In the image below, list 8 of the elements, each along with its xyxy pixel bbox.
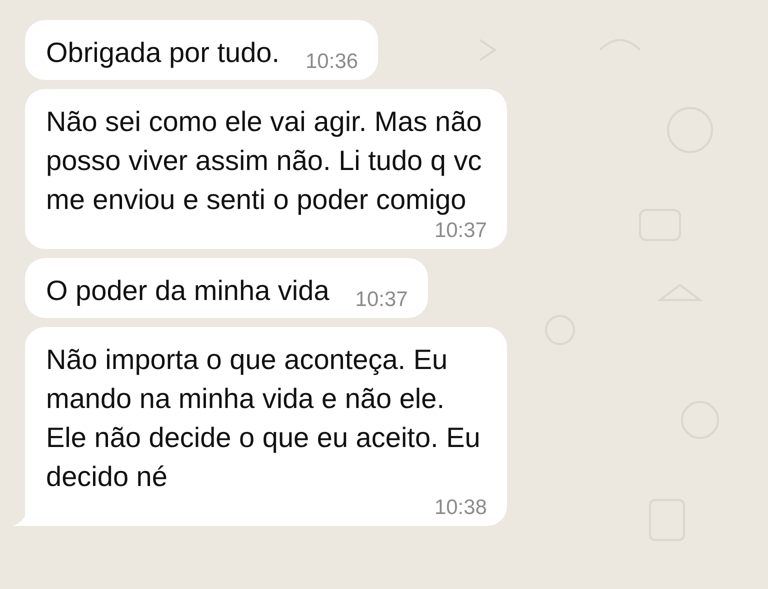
- message-time: 10:37: [355, 288, 408, 312]
- message-time: 10:38: [434, 496, 487, 520]
- message-text: O poder da minha vida: [46, 274, 330, 308]
- message-text: Não sei como ele vai agir. Mas não posso viver assim não. Li tudo q vc me enviou e senti o poder comigo: [46, 105, 483, 217]
- message-text: Obrigada por tudo.: [46, 36, 280, 70]
- message-time: 10:36: [306, 50, 358, 74]
- message-text: Não importa o que aconteça. Eu mando na minha vida e não ele. Ele não decide o que eu aceito. Eu decido né: [46, 343, 482, 494]
- message-time: 10:37: [434, 219, 487, 243]
